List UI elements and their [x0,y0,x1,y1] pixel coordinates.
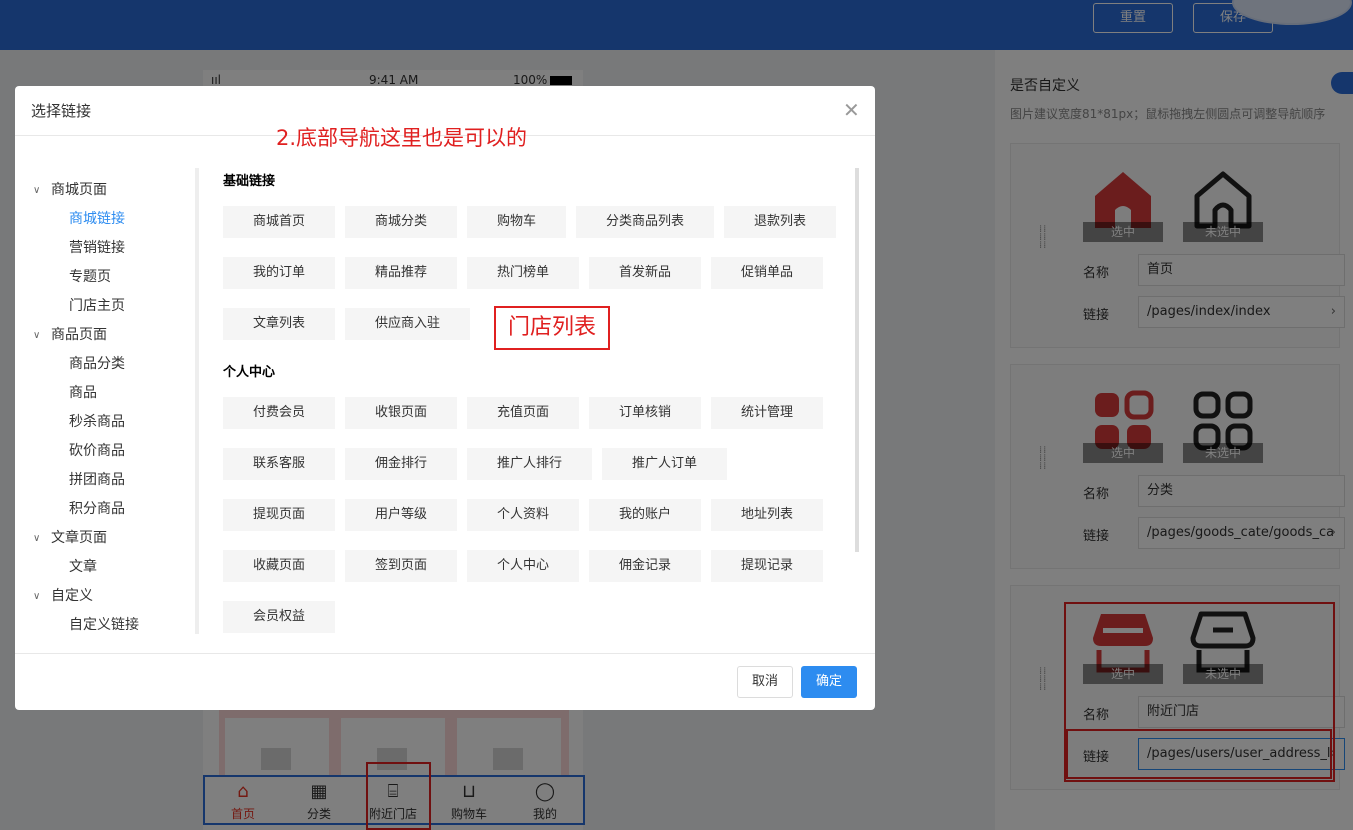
link-option[interactable]: 收藏页面 [223,550,335,582]
link-option[interactable]: 付费会员 [223,397,335,429]
link-option[interactable]: 佣金排行 [345,448,457,480]
link-option[interactable]: 签到页面 [345,550,457,582]
chevron-down-icon: ∨ [33,533,41,544]
tree-item[interactable]: 营销链接 [31,234,201,263]
scrollbar[interactable] [855,168,859,552]
tree-item[interactable]: 文章 [31,553,201,582]
dialog-footer: 取消 确定 [15,653,875,710]
link-option[interactable]: 联系客服 [223,448,335,480]
link-option[interactable]: 我的订单 [223,257,335,289]
link-option[interactable]: 退款列表 [724,206,836,238]
link-option[interactable]: 订单核销 [589,397,701,429]
section-title: 基础链接 [223,174,276,189]
tree-item[interactable]: 积分商品 [31,495,201,524]
tree-item[interactable]: 商城链接 [31,205,201,234]
tree-item[interactable]: 专题页 [31,263,201,292]
link-option[interactable]: 商城分类 [345,206,457,238]
confirm-button[interactable]: 确定 [801,666,857,698]
link-option[interactable]: 购物车 [467,206,566,238]
section-title: 个人中心 [223,365,276,380]
annotation-store-list: 门店列表 [494,306,610,350]
annotation-note: 2.底部导航这里也是可以的 [276,126,528,150]
link-option[interactable]: 佣金记录 [589,550,701,582]
dialog-title: 选择链接 [31,102,92,120]
link-option[interactable]: 会员权益 [223,601,335,633]
link-option[interactable]: 地址列表 [711,499,823,531]
link-option[interactable]: 精品推荐 [345,257,457,289]
close-icon[interactable]: ✕ [843,98,860,122]
chevron-down-icon: ∨ [33,591,41,602]
tree-group-custom[interactable]: ∨ 自定义 [31,582,201,611]
tree-item[interactable]: 商品 [31,379,201,408]
chevron-down-icon: ∨ [33,185,41,196]
link-option[interactable]: 分类商品列表 [576,206,714,238]
link-option[interactable]: 提现记录 [711,550,823,582]
select-link-dialog: 选择链接 ✕ 2.底部导航这里也是可以的 ∨ 商城页面 商城链接 营销链接 专题页… [15,86,875,710]
tree-item[interactable]: 门店主页 [31,292,201,321]
link-option[interactable]: 收银页面 [345,397,457,429]
tree-group-label: 自定义 [51,588,93,604]
link-option[interactable]: 推广人订单 [602,448,727,480]
tree-divider [195,168,199,634]
tree-item[interactable]: 秒杀商品 [31,408,201,437]
tree-group-label: 商城页面 [51,182,107,198]
tree-group-goods[interactable]: ∨ 商品页面 [31,321,201,350]
tree-group-mall[interactable]: ∨ 商城页面 [31,176,201,205]
link-option[interactable]: 促销单品 [711,257,823,289]
link-option[interactable]: 推广人排行 [467,448,592,480]
link-option[interactable]: 个人中心 [467,550,579,582]
link-option[interactable]: 提现页面 [223,499,335,531]
link-option[interactable]: 用户等级 [345,499,457,531]
link-option[interactable]: 文章列表 [223,308,335,340]
link-option[interactable]: 充值页面 [467,397,579,429]
link-option[interactable]: 我的账户 [589,499,701,531]
tree-item[interactable]: 砍价商品 [31,437,201,466]
link-option[interactable]: 商城首页 [223,206,335,238]
tree-group-label: 文章页面 [51,530,107,546]
chevron-down-icon: ∨ [33,330,41,341]
tree-group-label: 商品页面 [51,327,107,343]
tree-item[interactable]: 拼团商品 [31,466,201,495]
link-option[interactable]: 个人资料 [467,499,579,531]
tree-group-article[interactable]: ∨ 文章页面 [31,524,201,553]
link-option[interactable]: 热门榜单 [467,257,579,289]
tree-item[interactable]: 商品分类 [31,350,201,379]
link-option[interactable]: 统计管理 [711,397,823,429]
link-option[interactable]: 首发新品 [589,257,701,289]
tree-item[interactable]: 自定义链接 [31,611,201,640]
cancel-button[interactable]: 取消 [737,666,793,698]
link-category-tree: ∨ 商城页面 商城链接 营销链接 专题页 门店主页 ∨ 商品页面 商品分类 商品 秒… [31,176,201,640]
link-option[interactable]: 供应商入驻 [345,308,470,340]
